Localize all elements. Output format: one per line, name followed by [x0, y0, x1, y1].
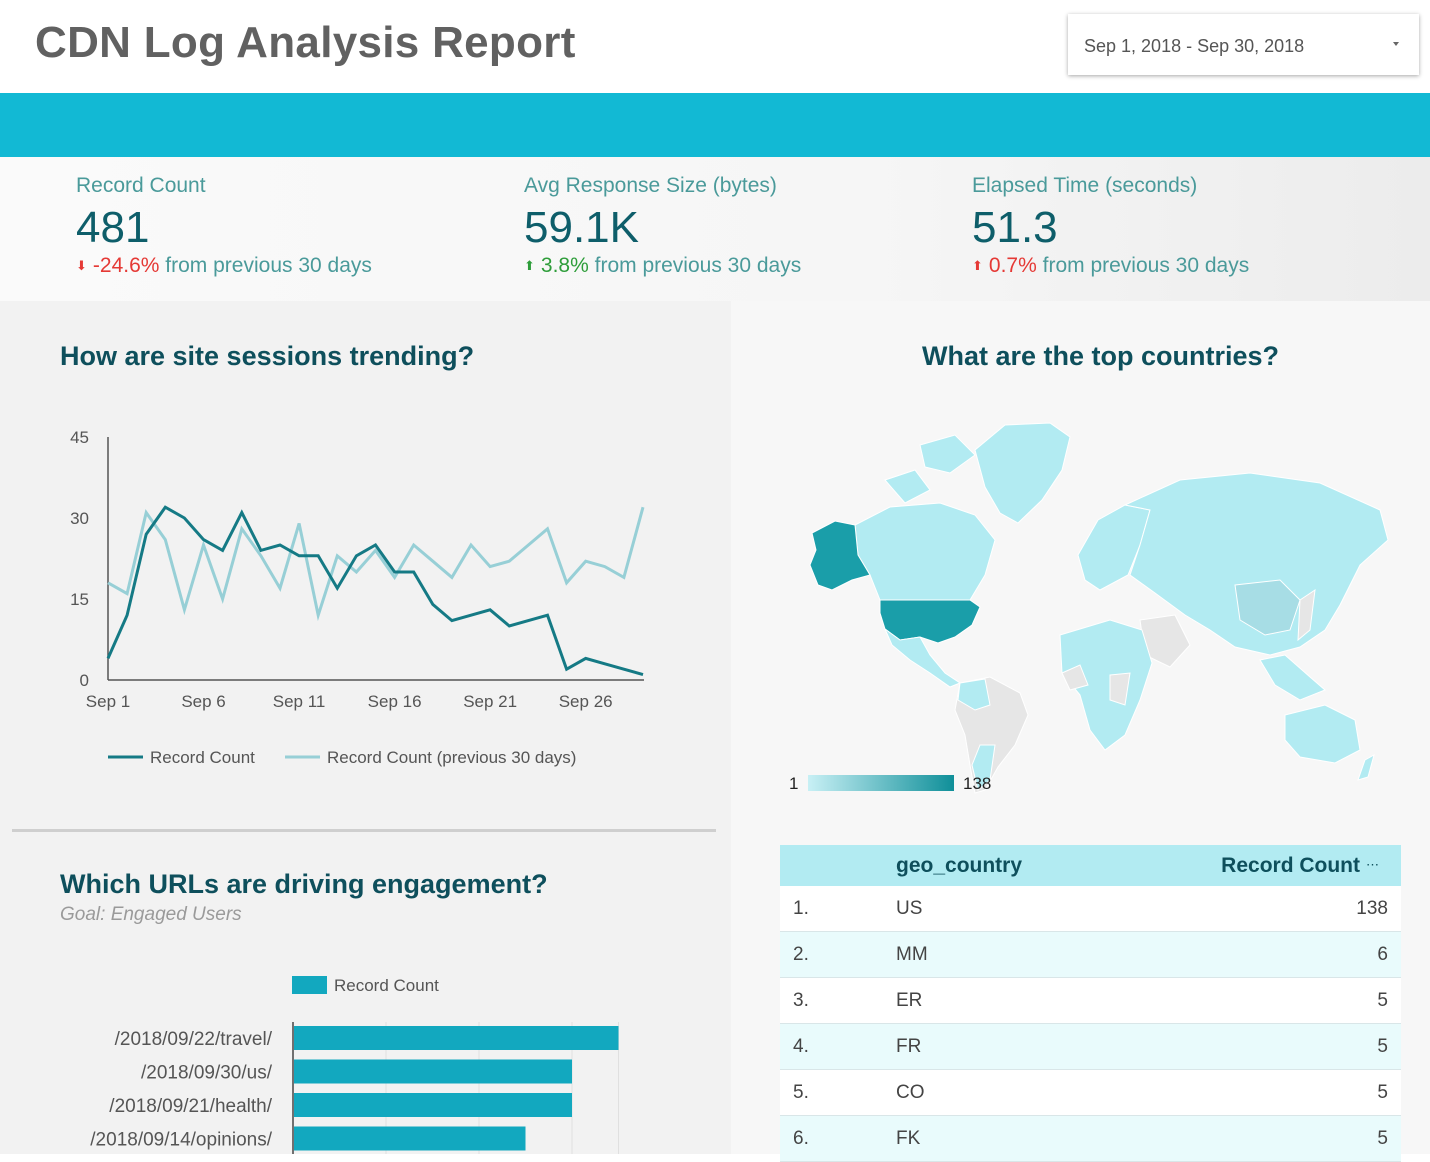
- legend-label-current: Record Count: [150, 748, 255, 767]
- panel-divider: [12, 829, 716, 832]
- map-region-new-zealand: [1357, 753, 1375, 781]
- table-row[interactable]: 6. FK 5: [780, 1116, 1401, 1162]
- kpi-label: Avg Response Size (bytes): [524, 174, 777, 197]
- map-region-southeast-asia: [1259, 654, 1326, 701]
- bar-category-label: /2018/09/30/us/: [141, 1063, 273, 1084]
- map-region-arctic-islands: [919, 434, 976, 474]
- series-line-current: [106, 505, 644, 677]
- row-country: MM: [896, 944, 928, 965]
- bar[interactable]: [294, 1026, 619, 1050]
- row-rank: 1.: [793, 898, 809, 919]
- row-count: 138: [1356, 898, 1388, 919]
- column-header-country[interactable]: geo_country: [896, 854, 1022, 878]
- y-tick-label: 30: [70, 509, 89, 528]
- kpi-delta-suffix: from previous 30 days: [1042, 254, 1250, 277]
- row-rank: 2.: [793, 944, 809, 965]
- map-region-arctic-islands-2: [884, 469, 931, 504]
- kpi-value: 59.1K: [524, 203, 639, 252]
- map-legend-min: 1: [789, 774, 798, 793]
- row-count: 5: [1377, 1082, 1388, 1103]
- map-region-greenland: [974, 422, 1071, 524]
- row-country: ER: [896, 990, 923, 1011]
- arrow-down-icon: ⬇: [76, 258, 87, 273]
- kpi-delta: ⬇ -24.6% from previous 30 days: [76, 254, 372, 278]
- chevron-down-icon[interactable]: [1393, 42, 1399, 46]
- map-region-canada: [854, 502, 996, 601]
- legend-label-previous: Record Count (previous 30 days): [327, 748, 576, 767]
- table-row[interactable]: 3. ER 5: [780, 978, 1401, 1024]
- countries-chart-title: What are the top countries?: [922, 341, 1280, 371]
- row-rank: 6.: [793, 1128, 809, 1149]
- urls-chart-subtitle: Goal: Engaged Users: [60, 904, 242, 925]
- bar-chart: Record Count /2018/09/22/travel/ /2018/09…: [90, 976, 619, 1154]
- kpi-value: 481: [76, 203, 150, 252]
- country-table: geo_country Record Count ⋯ 1. US 138 2. MM 6 3…: [780, 845, 1401, 1162]
- bar-category-label: /2018/09/21/health/: [109, 1096, 272, 1117]
- map-region-australia: [1284, 704, 1361, 764]
- row-country: US: [896, 898, 923, 919]
- kpi-label: Record Count: [76, 174, 206, 197]
- kpi-delta: ⬆ 3.8% from previous 30 days: [524, 254, 801, 278]
- legend-swatch: [292, 976, 327, 994]
- page-title: CDN Log Analysis Report: [35, 18, 576, 67]
- kpi-delta-value: 0.7%: [988, 254, 1037, 277]
- y-tick-label: 45: [70, 428, 89, 447]
- bar[interactable]: [294, 1093, 572, 1117]
- x-tick-label: Sep 1: [86, 692, 130, 711]
- row-country: CO: [896, 1082, 925, 1103]
- y-tick-label: 0: [80, 671, 89, 690]
- table-row[interactable]: 1. US 138: [780, 886, 1401, 932]
- arrow-up-icon: ⬆: [972, 258, 983, 273]
- kpi-delta-value: -24.6%: [92, 254, 160, 277]
- line-chart: 0 15 30 45 Sep 1 Sep 6 Sep 11 Sep 16 Sep 21 Sep 2…: [70, 428, 645, 767]
- row-count: 5: [1377, 1036, 1388, 1057]
- legend: Record Count Record Count (previous 30 d…: [108, 748, 576, 767]
- x-tick-label: Sep 11: [273, 692, 326, 711]
- bar[interactable]: [294, 1126, 526, 1151]
- y-tick-label: 15: [70, 590, 89, 609]
- x-tick-label: Sep 26: [559, 692, 613, 711]
- row-country: FR: [896, 1036, 922, 1057]
- map-legend-gradient: [808, 775, 954, 791]
- table-row[interactable]: 2. MM 6: [780, 932, 1401, 978]
- table-header: geo_country Record Count ⋯: [780, 845, 1401, 886]
- x-tick-label: Sep 6: [181, 692, 225, 711]
- row-rank: 4.: [793, 1036, 809, 1057]
- world-map: 1 138: [789, 422, 1389, 794]
- kpi-delta-suffix: from previous 30 days: [594, 254, 802, 277]
- sort-icon[interactable]: ⋯: [1366, 857, 1379, 873]
- row-rank: 5.: [793, 1082, 809, 1103]
- date-range-picker[interactable]: Sep 1, 2018 - Sep 30, 2018: [1068, 14, 1419, 75]
- kpi-band: Record Count 481 ⬇ -24.6% from previous 3…: [0, 157, 1430, 301]
- bar-category-label: /2018/09/22/travel/: [115, 1029, 273, 1050]
- kpi-delta-value: 3.8%: [540, 254, 589, 277]
- table-row[interactable]: 5. CO 5: [780, 1070, 1401, 1116]
- table-body: 1. US 138 2. MM 6 3. ER 5 4. FR 5 5. CO 5 6. FK 5: [780, 886, 1401, 1162]
- x-tick-label: Sep 16: [368, 692, 422, 711]
- x-tick-label: Sep 21: [463, 692, 517, 711]
- row-count: 5: [1377, 1128, 1388, 1149]
- table-row[interactable]: 4. FR 5: [780, 1024, 1401, 1070]
- bar-category-label: /2018/09/14/opinions/: [90, 1130, 272, 1151]
- row-count: 5: [1377, 990, 1388, 1011]
- row-rank: 3.: [793, 990, 809, 1011]
- kpi-delta-suffix: from previous 30 days: [165, 254, 372, 277]
- bar[interactable]: [294, 1059, 572, 1084]
- date-range-value: Sep 1, 2018 - Sep 30, 2018: [1084, 36, 1305, 56]
- trend-chart-title: How are site sessions trending?: [60, 341, 475, 371]
- kpi-value: 51.3: [972, 203, 1058, 252]
- kpi-label: Elapsed Time (seconds): [972, 174, 1198, 197]
- column-header-record-count[interactable]: Record Count: [1221, 854, 1360, 878]
- banner-bar: [0, 93, 1430, 157]
- legend-label: Record Count: [334, 976, 439, 995]
- row-count: 6: [1377, 944, 1388, 965]
- urls-chart-title: Which URLs are driving engagement?: [60, 869, 548, 899]
- map-legend-max: 138: [963, 774, 991, 793]
- row-country: FK: [896, 1128, 921, 1149]
- arrow-up-icon: ⬆: [524, 258, 535, 273]
- kpi-delta: ⬆ 0.7% from previous 30 days: [972, 254, 1249, 278]
